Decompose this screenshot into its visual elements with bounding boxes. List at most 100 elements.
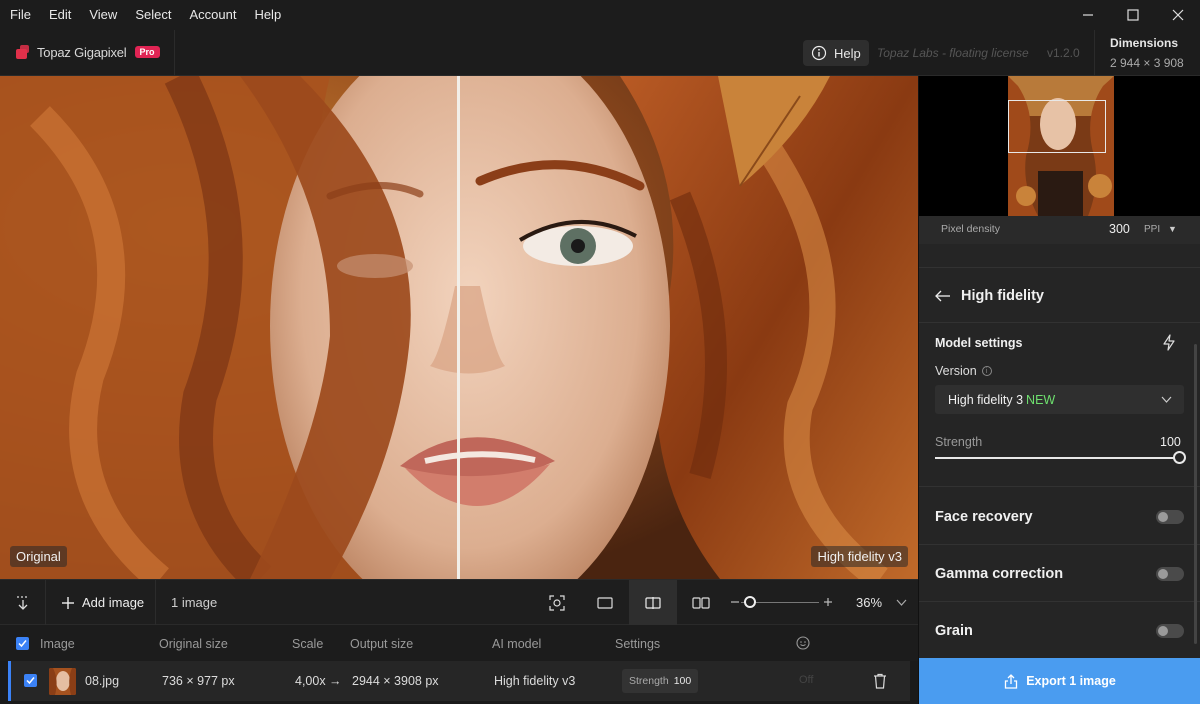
- comparison-split-handle[interactable]: [457, 76, 460, 579]
- plus-icon: [62, 596, 74, 609]
- pixel-density-row: Pixel density 300 PPI ▼: [919, 216, 1200, 244]
- arrow-left-icon: [935, 290, 950, 302]
- topaz-logo-icon: [14, 44, 30, 60]
- maximize-icon: [1126, 9, 1139, 21]
- help-button[interactable]: Help: [803, 40, 869, 66]
- pixel-density-value[interactable]: 300: [1109, 222, 1130, 236]
- close-button[interactable]: [1155, 0, 1200, 30]
- panel-scrollbar[interactable]: [1194, 344, 1197, 644]
- export-label: Export 1 image: [1026, 674, 1116, 688]
- strength-slider-track[interactable]: [935, 457, 1180, 459]
- row-output-size: 2944 × 3908 px: [352, 674, 439, 688]
- pixel-density-unit[interactable]: PPI: [1144, 224, 1160, 235]
- divider: [919, 267, 1200, 268]
- lightning-icon[interactable]: [1161, 334, 1177, 351]
- face-recovery-col-icon: [796, 636, 810, 650]
- dimensions-panel: Dimensions 2 944 × 3 908: [1094, 30, 1200, 76]
- model-back-button[interactable]: High fidelity: [935, 288, 1044, 304]
- side-by-side-icon: [692, 596, 710, 609]
- row-face-status: Off: [799, 674, 814, 686]
- face-recovery-label: Face recovery: [935, 509, 1033, 525]
- pixel-density-label: Pixel density: [941, 223, 1000, 235]
- select-all-checkbox[interactable]: [16, 637, 29, 650]
- row-filename: 08.jpg: [85, 674, 120, 688]
- menu-file[interactable]: File: [0, 0, 40, 30]
- trash-icon[interactable]: [873, 673, 887, 689]
- pro-badge: Pro: [134, 46, 160, 58]
- menu-view[interactable]: View: [80, 0, 126, 30]
- settings-panel: Pixel density 300 PPI ▼ High fidelity Mo…: [918, 76, 1200, 704]
- add-image-label: Add image: [82, 595, 145, 610]
- export-icon: [1005, 673, 1018, 689]
- row-strength-pill: Strength 100: [622, 669, 699, 693]
- divider: [919, 544, 1200, 545]
- model-title: High fidelity: [961, 288, 1044, 304]
- navigator-viewport[interactable]: [1008, 100, 1106, 153]
- help-label: Help: [834, 45, 861, 61]
- version-select[interactable]: High fidelity 3 NEW: [935, 385, 1184, 414]
- dimensions-title: Dimensions: [1110, 36, 1179, 50]
- menu-edit[interactable]: Edit: [40, 0, 80, 30]
- model-settings-title: Model settings: [935, 336, 1023, 350]
- strength-value: 100: [1160, 435, 1181, 449]
- col-output-size: Output size: [350, 637, 414, 651]
- zoom-in-icon[interactable]: [823, 597, 833, 607]
- model-label: High fidelity v3: [811, 546, 908, 567]
- chevron-down-icon[interactable]: [896, 599, 907, 607]
- info-icon[interactable]: i: [981, 366, 992, 376]
- dimensions-value: 2 944 × 3 908: [1110, 56, 1184, 70]
- version-text: v1.2.0: [1047, 46, 1080, 60]
- queue-table-header: Image Original size Scale Output size AI…: [0, 625, 918, 661]
- version-label-text: Version: [935, 364, 977, 378]
- grain-toggle[interactable]: [1156, 624, 1184, 638]
- face-detect-button[interactable]: [533, 580, 581, 625]
- strength-slider-handle[interactable]: [1173, 451, 1186, 464]
- image-canvas[interactable]: Original High fidelity v3: [0, 76, 918, 579]
- grain-label: Grain: [935, 623, 973, 639]
- add-image-button[interactable]: Add image: [46, 580, 156, 625]
- menu-account[interactable]: Account: [180, 0, 245, 30]
- col-ai-model: AI model: [492, 637, 542, 651]
- image-count: 1 image: [171, 595, 218, 610]
- original-label: Original: [10, 546, 67, 567]
- divider: [919, 601, 1200, 602]
- single-view-button[interactable]: [581, 580, 629, 625]
- gamma-correction-label: Gamma correction: [935, 566, 1064, 582]
- zoom-out-icon[interactable]: [730, 597, 740, 607]
- table-row[interactable]: 08.jpg 736 × 977 px 4,00x → 2944 × 3908 …: [8, 661, 910, 701]
- menu-help[interactable]: Help: [245, 0, 290, 30]
- strength-label: Strength: [935, 435, 983, 449]
- view-toolbar: Add image 1 image 36%: [0, 579, 918, 625]
- row-strength-label: Strength: [629, 675, 669, 687]
- info-icon: [811, 45, 827, 61]
- menu-select[interactable]: Select: [126, 0, 180, 30]
- zoom-slider-handle[interactable]: [744, 596, 756, 608]
- divider: [919, 322, 1200, 323]
- header-divider: [174, 30, 175, 76]
- side-by-side-button[interactable]: [677, 580, 725, 625]
- row-checkbox[interactable]: [24, 674, 37, 687]
- maximize-button[interactable]: [1110, 0, 1155, 30]
- export-button[interactable]: Export 1 image: [919, 658, 1200, 704]
- version-label: Version i: [935, 364, 992, 378]
- new-badge: NEW: [1026, 393, 1056, 407]
- col-original-size: Original size: [159, 637, 228, 651]
- row-original-size: 736 × 977 px: [162, 674, 235, 688]
- row-scale: 4,00x →: [295, 674, 342, 688]
- version-select-value: High fidelity 3 NEW: [948, 393, 1055, 407]
- single-view-icon: [597, 596, 613, 609]
- menu-bar: File Edit View Select Account Help: [0, 0, 1200, 30]
- gamma-correction-toggle[interactable]: [1156, 567, 1184, 581]
- zoom-value[interactable]: 36%: [856, 595, 882, 610]
- navigator[interactable]: [919, 76, 1200, 216]
- caret-down-icon[interactable]: ▼: [1168, 224, 1177, 234]
- minimize-button[interactable]: [1065, 0, 1110, 30]
- collapse-queue-button[interactable]: [0, 580, 46, 625]
- checkmark-icon: [26, 677, 35, 685]
- face-recovery-toggle[interactable]: [1156, 510, 1184, 524]
- split-view-button[interactable]: [629, 580, 677, 625]
- col-settings: Settings: [615, 637, 661, 651]
- license-text: Topaz Labs - floating license: [877, 46, 1029, 60]
- app-header: Topaz Gigapixel Pro Help Topaz Labs - fl…: [0, 30, 1200, 76]
- download-arrow-icon: [16, 595, 29, 610]
